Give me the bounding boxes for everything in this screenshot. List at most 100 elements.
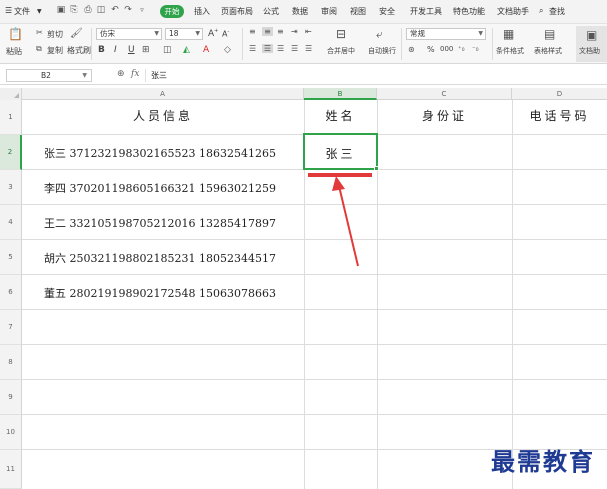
- column-header-d[interactable]: D: [512, 88, 607, 100]
- copy-button[interactable]: 复制: [47, 45, 63, 56]
- row-header-8[interactable]: 8: [0, 345, 22, 380]
- fx-button[interactable]: fx: [131, 69, 139, 79]
- row-header-10[interactable]: 10: [0, 415, 22, 450]
- column-header-b[interactable]: B: [304, 88, 377, 100]
- gridline: [22, 204, 607, 205]
- select-all-corner[interactable]: [0, 88, 22, 100]
- tab-insert[interactable]: 插入: [194, 6, 210, 17]
- cell-a4[interactable]: 王二 332105198705212016 13285417897: [44, 215, 276, 231]
- cell-c1[interactable]: 身份证: [377, 107, 512, 124]
- tab-data[interactable]: 数据: [292, 6, 308, 17]
- chevron-down-icon[interactable]: ▼: [37, 8, 42, 15]
- tab-security[interactable]: 安全: [379, 6, 395, 17]
- font-name-select[interactable]: 仿宋 ▼: [96, 28, 162, 40]
- print-icon[interactable]: ⎙: [83, 5, 93, 16]
- indent-icon[interactable]: ⇥: [291, 27, 298, 36]
- cell-a2[interactable]: 张三 371232198302165523 18632541265: [44, 145, 276, 161]
- merge-center-icon[interactable]: ⊟: [336, 27, 346, 41]
- cell-a3[interactable]: 李四 370201198605166321 15963021259: [44, 180, 276, 196]
- row-header-9[interactable]: 9: [0, 380, 22, 415]
- paste-icon[interactable]: 📋: [8, 27, 23, 41]
- tab-developer[interactable]: 开发工具: [410, 6, 442, 17]
- align-bottom-icon[interactable]: ≡: [277, 27, 284, 36]
- menu-icon[interactable]: ☰: [5, 6, 12, 15]
- row-header-4[interactable]: 4: [0, 205, 22, 240]
- redo-icon[interactable]: ↷: [123, 5, 133, 16]
- border-icon[interactable]: ⊞: [142, 45, 150, 55]
- clear-format-icon[interactable]: ◇: [224, 45, 231, 55]
- paste-button[interactable]: 粘贴: [6, 46, 22, 57]
- fill-color-icon[interactable]: ◫: [163, 45, 172, 55]
- tab-formulas[interactable]: 公式: [263, 6, 279, 17]
- export-icon[interactable]: ⎘: [69, 5, 79, 16]
- column-header-a[interactable]: A: [22, 88, 304, 100]
- merge-center-button[interactable]: 合并居中: [327, 46, 355, 56]
- preview-icon[interactable]: ◫: [96, 5, 106, 16]
- conditional-format-button[interactable]: 条件格式: [496, 46, 524, 56]
- table-style-button[interactable]: 表格样式: [534, 46, 562, 56]
- column-header-c[interactable]: C: [377, 88, 512, 100]
- justify-icon[interactable]: ☰: [291, 44, 298, 53]
- formula-input[interactable]: 张三: [145, 69, 601, 82]
- italic-button[interactable]: I: [114, 45, 117, 55]
- format-painter-icon[interactable]: 🖌: [70, 28, 83, 39]
- align-middle-icon[interactable]: ≡: [262, 27, 273, 36]
- cell-a6[interactable]: 董五 280219198902172548 15063078663: [44, 285, 276, 301]
- tab-view[interactable]: 视图: [350, 6, 366, 17]
- currency-icon[interactable]: ⊛: [408, 45, 415, 54]
- cut-icon[interactable]: ✂: [36, 28, 43, 37]
- row-header-3[interactable]: 3: [0, 170, 22, 205]
- align-center-icon[interactable]: ☰: [262, 44, 273, 53]
- highlight-icon[interactable]: ◭: [183, 45, 190, 55]
- thousands-button[interactable]: 000: [440, 45, 453, 53]
- align-right-icon[interactable]: ☰: [277, 44, 284, 53]
- wrap-text-button[interactable]: 自动换行: [368, 46, 396, 56]
- format-painter-button[interactable]: 格式刷: [67, 45, 91, 56]
- tab-review[interactable]: 审阅: [321, 6, 337, 17]
- underline-button[interactable]: U: [128, 45, 135, 55]
- doc-assistant-panel[interactable]: ▣ 文档助: [576, 26, 607, 62]
- tab-home[interactable]: 开始: [160, 5, 184, 18]
- customize-icon[interactable]: ▿: [137, 5, 147, 16]
- distributed-icon[interactable]: ☰: [305, 44, 312, 53]
- row-header-7[interactable]: 7: [0, 310, 22, 345]
- font-size-select[interactable]: 18 ▼: [165, 28, 203, 40]
- wrap-text-icon[interactable]: ⤶: [376, 27, 383, 42]
- row-header-5[interactable]: 5: [0, 240, 22, 275]
- save-icon[interactable]: ▣: [56, 5, 66, 16]
- copy-icon[interactable]: ⧉: [36, 44, 42, 54]
- align-left-icon[interactable]: ☰: [249, 44, 256, 53]
- search-label[interactable]: 查找: [549, 6, 565, 17]
- cell-a5[interactable]: 胡六 250321198802185231 18052344517: [44, 250, 276, 266]
- cell-b1[interactable]: 姓名: [304, 107, 377, 124]
- increase-decimal-icon[interactable]: ⁺₀: [458, 45, 465, 53]
- row-header-1[interactable]: 1: [0, 100, 22, 135]
- row-header-2[interactable]: 2: [0, 135, 22, 170]
- align-top-icon[interactable]: ≡: [249, 27, 256, 36]
- conditional-format-icon[interactable]: ▦: [503, 27, 514, 41]
- outdent-icon[interactable]: ⇤: [305, 27, 312, 36]
- table-style-icon[interactable]: ▤: [544, 27, 555, 41]
- search-icon[interactable]: ⌕: [539, 6, 543, 16]
- row-header-6[interactable]: 6: [0, 275, 22, 310]
- cut-button[interactable]: 剪切: [47, 29, 63, 40]
- cell-selection[interactable]: [303, 133, 379, 171]
- undo-icon[interactable]: ↶: [110, 5, 120, 16]
- row-header-11[interactable]: 11: [0, 450, 22, 489]
- zoom-icon[interactable]: ⊕: [117, 69, 125, 79]
- percent-button[interactable]: %: [427, 45, 435, 54]
- number-format-select[interactable]: 常规 ▼: [406, 28, 486, 40]
- name-box[interactable]: B2 ▼: [6, 69, 92, 82]
- decrease-decimal-icon[interactable]: ⁻₀: [472, 45, 479, 53]
- tab-features[interactable]: 特色功能: [453, 6, 485, 17]
- font-increase-button[interactable]: A+: [208, 28, 218, 39]
- font-decrease-button[interactable]: A-: [222, 29, 229, 39]
- cell-a1[interactable]: 人员信息: [22, 107, 304, 124]
- fill-handle[interactable]: [374, 166, 379, 171]
- bold-button[interactable]: B: [98, 45, 105, 55]
- font-color-icon[interactable]: A: [203, 45, 209, 55]
- tab-doc-assistant[interactable]: 文档助手: [497, 6, 529, 17]
- cell-d1[interactable]: 电话号码: [512, 107, 607, 124]
- tab-page-layout[interactable]: 页面布局: [221, 6, 253, 17]
- file-menu[interactable]: 文件: [14, 6, 30, 17]
